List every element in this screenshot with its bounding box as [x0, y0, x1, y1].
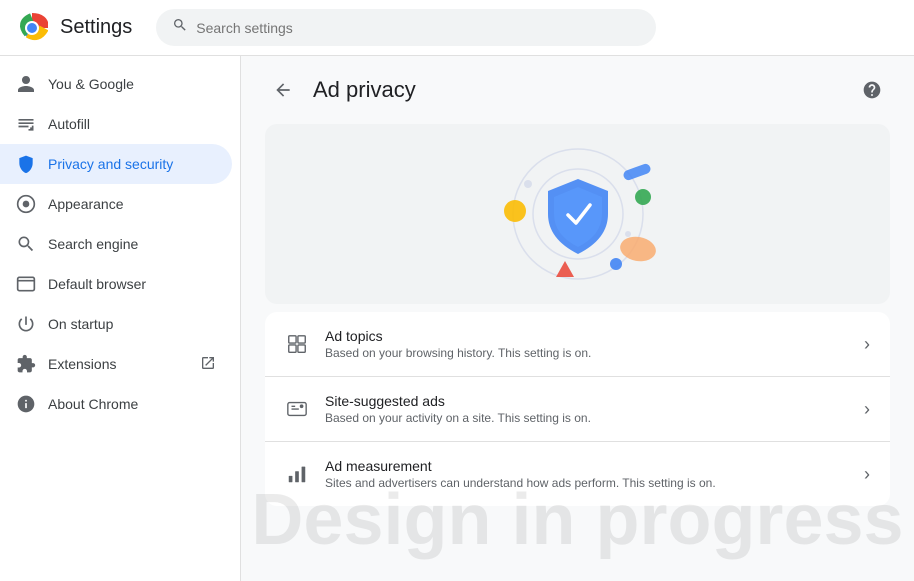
- ad-topics-text: Ad topics Based on your browsing history…: [325, 328, 848, 360]
- settings-card: Ad topics Based on your browsing history…: [265, 312, 890, 506]
- search-input[interactable]: [196, 20, 640, 36]
- sidebar-item-search-engine[interactable]: Search engine: [0, 224, 232, 264]
- site-suggested-ads-title: Site-suggested ads: [325, 393, 848, 409]
- help-button[interactable]: [854, 72, 890, 108]
- sidebar-item-autofill[interactable]: Autofill: [0, 104, 232, 144]
- hero-illustration: [468, 139, 688, 289]
- sidebar-item-default-browser[interactable]: Default browser: [0, 264, 232, 304]
- appearance-icon: [16, 194, 36, 214]
- search-bar: [156, 9, 656, 46]
- ad-topics-title: Ad topics: [325, 328, 848, 344]
- hero-section: [265, 124, 890, 304]
- chevron-right-icon: ›: [864, 464, 870, 485]
- extensions-icon: [16, 354, 36, 374]
- sidebar-item-appearance[interactable]: Appearance: [0, 184, 232, 224]
- ad-measurement-text: Ad measurement Sites and advertisers can…: [325, 458, 848, 490]
- sidebar-label-on-startup: On startup: [48, 316, 216, 332]
- sidebar-label-about-chrome: About Chrome: [48, 396, 216, 412]
- sidebar-label-default-browser: Default browser: [48, 276, 216, 292]
- sidebar-item-extensions[interactable]: Extensions: [0, 344, 232, 384]
- sidebar-label-privacy: Privacy and security: [48, 156, 216, 172]
- sidebar-label-extensions: Extensions: [48, 356, 188, 372]
- header: Settings: [0, 0, 914, 56]
- site-suggested-ads-row[interactable]: Site-suggested ads Based on your activit…: [265, 377, 890, 442]
- search-icon: [172, 17, 188, 38]
- power-icon: [16, 314, 36, 334]
- chevron-right-icon: ›: [864, 334, 870, 355]
- ad-topics-desc: Based on your browsing history. This set…: [325, 346, 848, 360]
- sidebar-item-privacy-security[interactable]: Privacy and security: [0, 144, 232, 184]
- chrome-logo: [16, 12, 48, 44]
- sidebar: You & Google Autofill Privacy and securi…: [0, 56, 240, 581]
- search-engine-icon: [16, 234, 36, 254]
- content-area: Ad privacy: [241, 56, 914, 526]
- autofill-icon: [16, 114, 36, 134]
- ad-topics-row[interactable]: Ad topics Based on your browsing history…: [265, 312, 890, 377]
- site-suggested-ads-text: Site-suggested ads Based on your activit…: [325, 393, 848, 425]
- site-suggested-ads-desc: Based on your activity on a site. This s…: [325, 411, 848, 425]
- browser-icon: [16, 274, 36, 294]
- main-content: Ad privacy: [241, 56, 914, 581]
- ad-measurement-row[interactable]: Ad measurement Sites and advertisers can…: [265, 442, 890, 506]
- ad-measurement-icon: [285, 462, 309, 486]
- ad-measurement-desc: Sites and advertisers can understand how…: [325, 476, 848, 490]
- body: You & Google Autofill Privacy and securi…: [0, 56, 914, 581]
- sidebar-label-appearance: Appearance: [48, 196, 216, 212]
- ad-topics-icon: [285, 332, 309, 356]
- ad-measurement-title: Ad measurement: [325, 458, 848, 474]
- sidebar-label-search-engine: Search engine: [48, 236, 216, 252]
- chevron-right-icon: ›: [864, 399, 870, 420]
- info-icon: [16, 394, 36, 414]
- external-link-icon: [200, 355, 216, 374]
- page-title: Ad privacy: [313, 77, 416, 103]
- app-title: Settings: [60, 16, 132, 39]
- person-icon: [16, 74, 36, 94]
- shield-icon: [16, 154, 36, 174]
- sidebar-item-on-startup[interactable]: On startup: [0, 304, 232, 344]
- page-header: Ad privacy: [265, 72, 890, 108]
- site-ads-icon: [285, 397, 309, 421]
- sidebar-item-about-chrome[interactable]: About Chrome: [0, 384, 232, 424]
- sidebar-label-autofill: Autofill: [48, 116, 216, 132]
- back-button[interactable]: [265, 72, 301, 108]
- page-header-left: Ad privacy: [265, 72, 416, 108]
- sidebar-item-you-google[interactable]: You & Google: [0, 64, 232, 104]
- sidebar-label-you-google: You & Google: [48, 76, 216, 92]
